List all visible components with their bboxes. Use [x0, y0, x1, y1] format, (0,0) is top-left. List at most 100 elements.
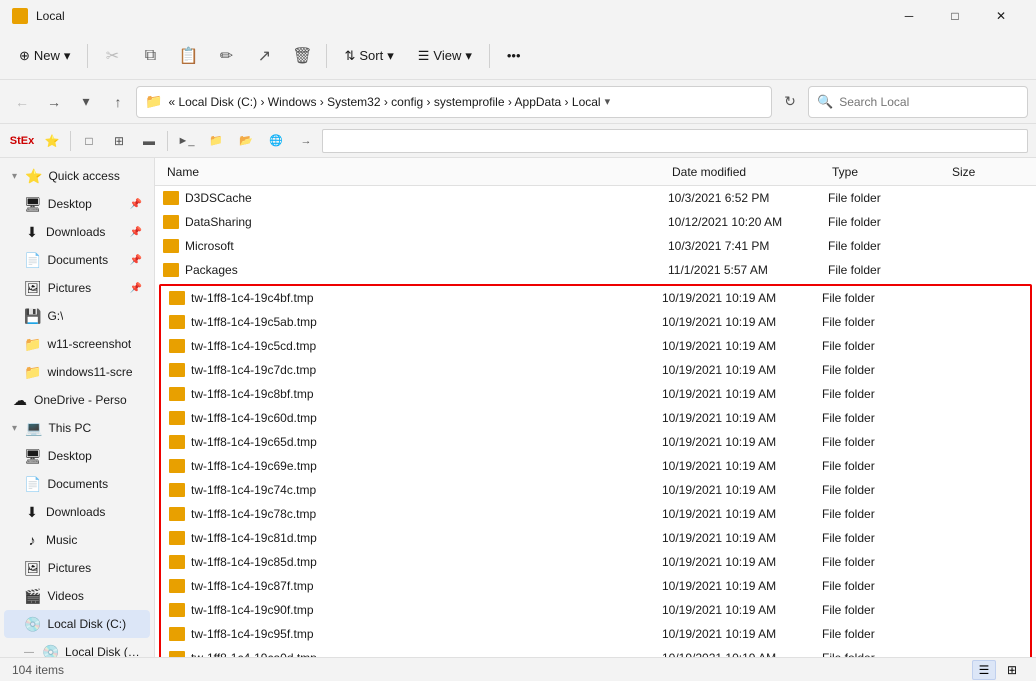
table-row[interactable]: tw-1ff8-1c4-19c90f.tmp 10/19/2021 10:19 … — [161, 598, 1030, 622]
file-name-text: tw-1ff8-1c4-19c8bf.tmp — [191, 387, 314, 401]
pin-icon: 📌 — [130, 199, 142, 210]
details-view-button[interactable]: ☰ — [972, 660, 996, 680]
copy-button[interactable]: ⧉ — [132, 38, 168, 74]
sidebar-item-windows11[interactable]: 📁 windows11-scre — [4, 358, 150, 386]
date-cell: 10/19/2021 10:19 AM — [662, 411, 822, 425]
stex-folder1-button[interactable]: 📁 — [202, 127, 230, 155]
table-row[interactable]: tw-1ff8-1c4-19c5ab.tmp 10/19/2021 10:19 … — [161, 310, 1030, 334]
sidebar-item-g-drive[interactable]: 💾 G:\ — [4, 302, 150, 330]
stex-cmd-button[interactable]: ►_ — [172, 127, 200, 155]
sidebar-item-documents-2[interactable]: 📄 Documents — [4, 470, 150, 498]
file-name-cell: tw-1ff8-1c4-19c7dc.tmp — [169, 363, 662, 377]
stex-net-button[interactable]: 🌐 — [262, 127, 290, 155]
table-row[interactable]: tw-1ff8-1c4-19c60d.tmp 10/19/2021 10:19 … — [161, 406, 1030, 430]
sidebar-item-desktop[interactable]: 🖥 Desktop 📌 — [4, 190, 150, 218]
sidebar-label-music: Music — [46, 533, 77, 547]
col-name-header[interactable]: Name — [163, 165, 668, 179]
sidebar-item-local-d[interactable]: — 💿 Local Disk (D:) — [4, 638, 150, 657]
stex-blank-button[interactable]: □ — [75, 127, 103, 155]
local-d-dash: — — [24, 647, 36, 658]
sidebar-label-downloads2: Downloads — [46, 505, 105, 519]
sidebar-label-desktop: Desktop — [48, 197, 92, 211]
documents-icon: 📄 — [24, 252, 41, 269]
more-button[interactable]: ••• — [496, 41, 532, 70]
sidebar-label-onedrive: OneDrive - Perso — [34, 393, 127, 407]
stex-star-button[interactable]: ⭐ — [38, 127, 66, 155]
pin-icon-2: 📌 — [130, 227, 142, 238]
table-row[interactable]: tw-1ff8-1c4-19c78c.tmp 10/19/2021 10:19 … — [161, 502, 1030, 526]
minimize-button[interactable]: ─ — [886, 0, 932, 32]
folder-icon — [169, 579, 185, 593]
table-row[interactable]: tw-1ff8-1c4-19ca0d.tmp 10/19/2021 10:19 … — [161, 646, 1030, 657]
sidebar-item-documents[interactable]: 📄 Documents 📌 — [4, 246, 150, 274]
pictures2-icon: 🖼 — [24, 560, 42, 577]
cut-button[interactable]: ✂ — [94, 38, 130, 74]
address-breadcrumb[interactable]: 📁 « Local Disk (C:) › Windows › System32… — [136, 86, 772, 118]
recent-button[interactable]: ▾ — [72, 88, 100, 116]
table-row[interactable]: tw-1ff8-1c4-19c87f.tmp 10/19/2021 10:19 … — [161, 574, 1030, 598]
main-content: ▾ ⭐ Quick access 🖥 Desktop 📌 ⬇ Downloads… — [0, 158, 1036, 657]
title-bar: Local ─ □ ✕ — [0, 0, 1036, 32]
search-input[interactable] — [839, 95, 1019, 109]
table-row[interactable]: tw-1ff8-1c4-19c5cd.tmp 10/19/2021 10:19 … — [161, 334, 1030, 358]
sidebar-item-pictures[interactable]: 🖼 Pictures 📌 — [4, 274, 150, 302]
stex-folder2-button[interactable]: 📂 — [232, 127, 260, 155]
sidebar-item-downloads[interactable]: ⬇ Downloads 📌 — [4, 218, 150, 246]
command-input[interactable] — [322, 129, 1028, 153]
table-row[interactable]: tw-1ff8-1c4-19c8bf.tmp 10/19/2021 10:19 … — [161, 382, 1030, 406]
folder-icon — [169, 363, 185, 377]
paste-button[interactable]: 📋 — [170, 38, 206, 74]
share-button[interactable]: ↗ — [246, 38, 282, 74]
new-button[interactable]: ⊕ New ▾ — [8, 41, 81, 71]
file-list: Name Date modified Type Size D3DSCache 1… — [155, 158, 1036, 657]
stex-label-button[interactable]: StEx — [8, 127, 36, 155]
table-row[interactable]: tw-1ff8-1c4-19c4bf.tmp 10/19/2021 10:19 … — [161, 286, 1030, 310]
table-row[interactable]: tw-1ff8-1c4-19c69e.tmp 10/19/2021 10:19 … — [161, 454, 1030, 478]
col-date-header[interactable]: Date modified — [668, 165, 828, 179]
forward-button[interactable]: → — [40, 88, 68, 116]
pin-icon-3: 📌 — [130, 255, 142, 266]
refresh-button[interactable]: ↻ — [776, 88, 804, 116]
type-cell: File folder — [822, 459, 942, 473]
table-row[interactable]: tw-1ff8-1c4-19c85d.tmp 10/19/2021 10:19 … — [161, 550, 1030, 574]
maximize-button[interactable]: □ — [932, 0, 978, 32]
table-row[interactable]: D3DSCache 10/3/2021 6:52 PM File folder — [155, 186, 1036, 210]
date-cell: 10/3/2021 7:41 PM — [668, 239, 828, 253]
type-cell: File folder — [822, 651, 942, 657]
sidebar-item-w11-screenshot[interactable]: 📁 w11-screenshot — [4, 330, 150, 358]
sort-button[interactable]: ⇅ Sort ▾ — [333, 41, 404, 71]
sidebar-item-music[interactable]: ♪ Music — [4, 526, 150, 554]
large-icon-view-button[interactable]: ⊞ — [1000, 660, 1024, 680]
file-name-text: tw-1ff8-1c4-19c65d.tmp — [191, 435, 317, 449]
stex-grid-button[interactable]: ⊞ — [105, 127, 133, 155]
delete-button[interactable]: 🗑 — [284, 38, 320, 74]
sidebar-item-quick-access[interactable]: ▾ ⭐ Quick access — [4, 162, 150, 190]
view-button[interactable]: ☰ View ▾ — [407, 41, 483, 71]
table-row[interactable]: Packages 11/1/2021 5:57 AM File folder — [155, 258, 1036, 282]
close-button[interactable]: ✕ — [978, 0, 1024, 32]
up-button[interactable]: ↑ — [104, 88, 132, 116]
stex-screen-button[interactable]: ▬ — [135, 127, 163, 155]
sidebar-item-downloads-2[interactable]: ⬇ Downloads — [4, 498, 150, 526]
table-row[interactable]: tw-1ff8-1c4-19c81d.tmp 10/19/2021 10:19 … — [161, 526, 1030, 550]
back-button[interactable]: ← — [8, 88, 36, 116]
table-row[interactable]: tw-1ff8-1c4-19c65d.tmp 10/19/2021 10:19 … — [161, 430, 1030, 454]
table-row[interactable]: tw-1ff8-1c4-19c74c.tmp 10/19/2021 10:19 … — [161, 478, 1030, 502]
table-row[interactable]: tw-1ff8-1c4-19c7dc.tmp 10/19/2021 10:19 … — [161, 358, 1030, 382]
stex-arrow-button[interactable]: → — [292, 127, 320, 155]
sidebar-item-local-c[interactable]: 💿 Local Disk (C:) — [4, 610, 150, 638]
sidebar-item-pictures-2[interactable]: 🖼 Pictures — [4, 554, 150, 582]
table-row[interactable]: Microsoft 10/3/2021 7:41 PM File folder — [155, 234, 1036, 258]
sidebar-item-videos[interactable]: 🎬 Videos — [4, 582, 150, 610]
date-cell: 10/19/2021 10:19 AM — [662, 339, 822, 353]
col-size-header[interactable]: Size — [948, 165, 1028, 179]
item-count: 104 items — [12, 663, 64, 677]
file-name-cell: tw-1ff8-1c4-19c90f.tmp — [169, 603, 662, 617]
col-type-header[interactable]: Type — [828, 165, 948, 179]
sidebar-item-this-pc[interactable]: ▾ 💻 This PC — [4, 414, 150, 442]
table-row[interactable]: tw-1ff8-1c4-19c95f.tmp 10/19/2021 10:19 … — [161, 622, 1030, 646]
table-row[interactable]: DataSharing 10/12/2021 10:20 AM File fol… — [155, 210, 1036, 234]
rename-button[interactable]: ✏ — [208, 38, 244, 74]
sidebar-item-onedrive[interactable]: ☁ OneDrive - Perso — [4, 386, 150, 414]
sidebar-item-desktop-2[interactable]: 🖥 Desktop — [4, 442, 150, 470]
